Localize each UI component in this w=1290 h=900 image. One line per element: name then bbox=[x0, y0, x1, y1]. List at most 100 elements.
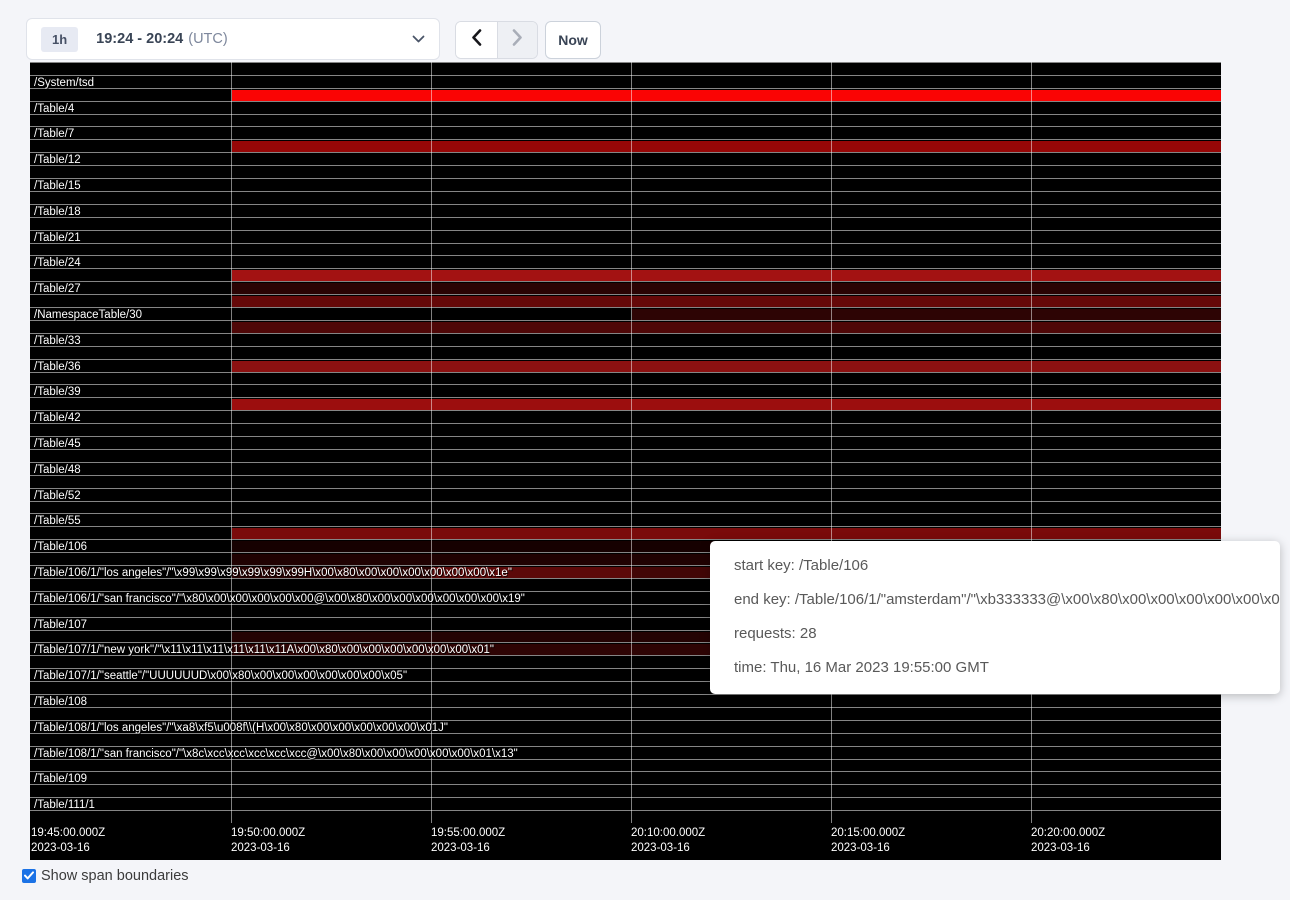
span-row[interactable]: /Table/12 bbox=[30, 152, 1221, 165]
prev-range-button[interactable] bbox=[456, 22, 497, 58]
span-row[interactable]: /Table/108/1/"san francisco"/"\x8c\xcc\x… bbox=[30, 746, 1221, 759]
footer-controls: Show span boundaries bbox=[22, 868, 189, 884]
column-boundary-line bbox=[231, 62, 232, 823]
span-row[interactable] bbox=[30, 810, 1221, 823]
span-band bbox=[232, 296, 1221, 307]
span-row[interactable] bbox=[30, 268, 1221, 281]
span-band bbox=[232, 503, 1221, 514]
span-band bbox=[232, 515, 1221, 526]
span-row[interactable] bbox=[30, 139, 1221, 152]
span-band bbox=[232, 412, 1221, 423]
span-row[interactable]: /Table/111/1 bbox=[30, 797, 1221, 810]
chevron-right-icon bbox=[512, 29, 523, 51]
column-boundary-line bbox=[1031, 62, 1032, 823]
span-row[interactable]: /Table/48 bbox=[30, 462, 1221, 475]
key-visualizer-heatmap[interactable]: /System/tsd/Table/4/Table/7/Table/12/Tab… bbox=[30, 62, 1221, 860]
span-band bbox=[232, 309, 1221, 320]
span-row[interactable] bbox=[30, 707, 1221, 720]
span-key-label: /Table/48 bbox=[34, 464, 81, 476]
span-row[interactable] bbox=[30, 475, 1221, 488]
span-band bbox=[232, 77, 1221, 88]
span-row[interactable] bbox=[30, 759, 1221, 772]
span-key-label: /Table/15 bbox=[34, 180, 81, 192]
span-band bbox=[232, 528, 1221, 539]
column-boundary-line bbox=[831, 62, 832, 823]
span-row[interactable]: /Table/7 bbox=[30, 126, 1221, 139]
span-band bbox=[232, 773, 1221, 784]
tick-date: 2023-03-16 bbox=[431, 841, 505, 856]
span-row[interactable]: /Table/45 bbox=[30, 436, 1221, 449]
tick-time: 19:45:00.000Z bbox=[31, 826, 105, 841]
column-boundary-line bbox=[631, 62, 632, 823]
span-row[interactable]: /Table/109 bbox=[30, 771, 1221, 784]
span-row[interactable]: /Table/27 bbox=[30, 281, 1221, 294]
span-row[interactable]: /NamespaceTable/30 bbox=[30, 307, 1221, 320]
span-row[interactable] bbox=[30, 165, 1221, 178]
now-button[interactable]: Now bbox=[545, 21, 601, 59]
span-row[interactable]: /Table/108 bbox=[30, 694, 1221, 707]
time-range-selector[interactable]: 1h 19:24 - 20:24 (UTC) bbox=[26, 18, 440, 60]
span-row[interactable] bbox=[30, 243, 1221, 256]
span-row[interactable]: /System/tsd bbox=[30, 75, 1221, 88]
span-row[interactable]: /Table/39 bbox=[30, 384, 1221, 397]
span-row[interactable]: /Table/15 bbox=[30, 178, 1221, 191]
span-row[interactable] bbox=[30, 397, 1221, 410]
span-key-label: /Table/12 bbox=[34, 154, 81, 166]
span-key-label: /Table/33 bbox=[34, 335, 81, 347]
span-band bbox=[232, 425, 1221, 436]
span-key-label: /Table/42 bbox=[34, 412, 81, 424]
span-key-label: /Table/109 bbox=[34, 773, 87, 785]
span-key-label: /Table/107/1/"seattle"/"UUUUUUD\x00\x80\… bbox=[34, 670, 407, 682]
chevron-left-icon bbox=[471, 29, 482, 51]
span-row[interactable]: /Table/21 bbox=[30, 230, 1221, 243]
span-row[interactable] bbox=[30, 114, 1221, 127]
span-key-label: /Table/36 bbox=[34, 361, 81, 373]
span-row[interactable] bbox=[30, 346, 1221, 359]
tick-time: 20:15:00.000Z bbox=[831, 826, 905, 841]
span-band bbox=[232, 812, 1221, 823]
span-row[interactable]: /Table/18 bbox=[30, 204, 1221, 217]
span-boundaries-checkbox[interactable] bbox=[22, 869, 36, 883]
span-row[interactable]: /Table/36 bbox=[30, 359, 1221, 372]
span-row[interactable]: /Table/42 bbox=[30, 410, 1221, 423]
span-row[interactable] bbox=[30, 784, 1221, 797]
heatmap-plot[interactable]: /System/tsd/Table/4/Table/7/Table/12/Tab… bbox=[30, 62, 1221, 823]
span-band bbox=[232, 232, 1221, 243]
span-row[interactable] bbox=[30, 449, 1221, 462]
span-row[interactable] bbox=[30, 217, 1221, 230]
span-band bbox=[232, 116, 1221, 127]
span-row[interactable] bbox=[30, 372, 1221, 385]
span-band bbox=[232, 490, 1221, 501]
span-row[interactable]: /Table/4 bbox=[30, 101, 1221, 114]
span-band bbox=[232, 696, 1221, 707]
span-tooltip: start key: /Table/106 end key: /Table/10… bbox=[710, 541, 1280, 694]
span-band bbox=[232, 735, 1221, 746]
tooltip-start-key: start key: /Table/106 bbox=[734, 549, 1256, 583]
span-row[interactable] bbox=[30, 191, 1221, 204]
span-key-label: /Table/4 bbox=[34, 103, 74, 115]
span-row[interactable]: /Table/52 bbox=[30, 488, 1221, 501]
span-band bbox=[232, 477, 1221, 488]
span-row[interactable] bbox=[30, 320, 1221, 333]
span-row[interactable] bbox=[30, 62, 1221, 75]
span-row[interactable]: /Table/33 bbox=[30, 333, 1221, 346]
span-row[interactable]: /Table/108/1/"los angeles"/"\xa8\xf5\u00… bbox=[30, 720, 1221, 733]
span-row[interactable]: /Table/55 bbox=[30, 513, 1221, 526]
span-key-label: /Table/106 bbox=[34, 541, 87, 553]
span-row[interactable]: /Table/24 bbox=[30, 255, 1221, 268]
span-row[interactable] bbox=[30, 526, 1221, 539]
time-axis-tick: 19:45:00.000Z2023-03-16 bbox=[31, 826, 105, 856]
span-band bbox=[232, 761, 1221, 772]
tick-time: 19:50:00.000Z bbox=[231, 826, 305, 841]
time-axis-tick: 19:50:00.000Z2023-03-16 bbox=[231, 826, 305, 856]
span-band bbox=[232, 399, 1221, 410]
span-row[interactable] bbox=[30, 733, 1221, 746]
span-row[interactable] bbox=[30, 88, 1221, 101]
span-band bbox=[232, 154, 1221, 165]
tooltip-end-key: end key: /Table/106/1/"amsterdam"/"\xb33… bbox=[734, 583, 1256, 617]
span-row[interactable] bbox=[30, 294, 1221, 307]
span-row[interactable] bbox=[30, 501, 1221, 514]
next-range-button[interactable] bbox=[497, 22, 538, 58]
tick-time: 20:20:00.000Z bbox=[1031, 826, 1105, 841]
span-row[interactable] bbox=[30, 423, 1221, 436]
